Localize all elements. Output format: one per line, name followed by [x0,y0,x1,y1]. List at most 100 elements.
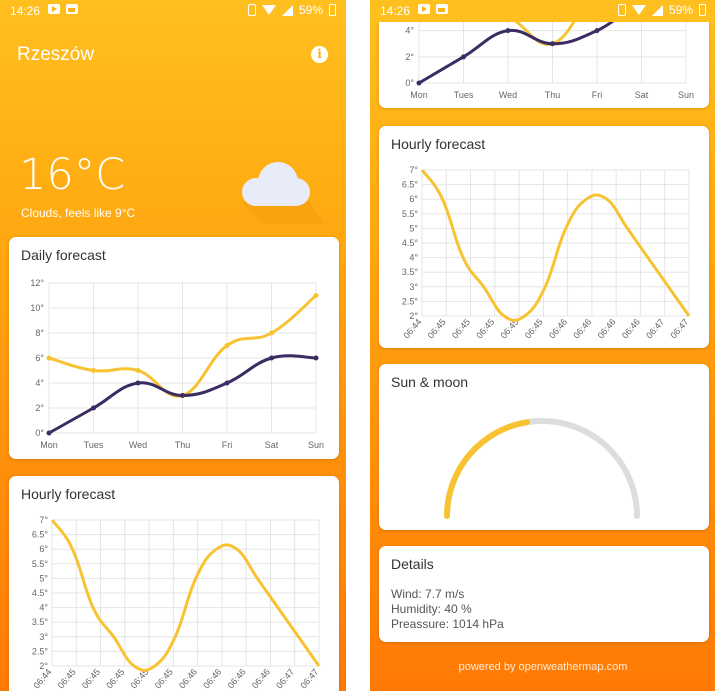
battery-icon [699,4,706,16]
data-point [416,80,422,86]
y-tick-label: 7° [409,165,418,175]
y-tick-label: 6° [409,194,418,204]
y-tick-label: 4° [35,378,44,388]
data-point [46,355,52,361]
y-tick-label: 5.5° [402,209,419,219]
daily-forecast-chart: 0° 2° 4° 6° 8° 10° 12° Mon Tues Wed Thu Fri Sat Sun [30,278,324,450]
x-tick-label: 06:44 [31,667,53,691]
signal-icon [651,4,663,16]
x-tick-label: 06:46 [571,317,593,341]
youtube-notification-icon [418,4,430,14]
x-tick-label: 06:46 [226,667,248,691]
status-time: 14:26 [380,4,411,18]
hourly-forecast-card: Hourly forecast 2° 2.5° 3° 3.5° 4° 4.5° 5° 5.5°… [9,476,339,691]
data-point [313,293,319,298]
data-point [313,355,319,361]
sun-moon-arc [444,418,640,519]
signal-icon [281,4,293,16]
youtube-notification-icon [48,4,60,14]
hourly-forecast-chart: 2°2.5°3°3.5°4°4.5°5°5.5°6°6.5°7°06:44 06:… [31,515,321,691]
weather-screen-top: 14:26 59% Rzeszów i 16°C Clouds, feels l… [0,0,346,691]
status-time: 14:26 [10,4,41,18]
y-tick-label: 4° [39,603,48,613]
x-tick-label: Sun [308,440,324,450]
y-tick-label: 4° [409,253,418,263]
data-point [91,368,96,373]
y-tick-label: 4° [405,26,414,36]
x-tick-label: 06:45 [474,317,496,341]
x-tick-label: 06:45 [104,667,126,691]
data-point [91,405,96,411]
y-tick-label: 5° [409,223,418,233]
x-tick-label: Mon [40,440,58,450]
wind-value: Wind: 7.7 m/s [391,587,465,601]
image-notification-icon [436,4,448,14]
x-tick-label: Wed [129,440,147,450]
x-tick-label: Wed [499,90,517,100]
y-tick-label: 12° [30,278,44,288]
status-bar: 14:26 59% [370,0,715,22]
y-tick-label: 7° [39,515,48,525]
battery-percent: 59% [668,3,693,17]
data-point [224,380,230,386]
x-tick-label: 06:46 [620,317,642,341]
data-point [46,430,52,436]
wifi-icon [631,5,646,15]
series-line [50,519,321,672]
data-point [135,368,141,373]
wifi-icon [261,5,276,15]
y-tick-label: 3.5° [402,267,419,277]
data-point [594,28,600,34]
image-notification-icon [66,4,78,14]
sun-moon-card: Sun & moon [379,364,709,530]
x-tick-label: Mon [410,90,428,100]
x-tick-label: 06:46 [177,667,199,691]
hourly-forecast-chart: 2°2.5°3°3.5°4°4.5°5°5.5°6°6.5°7°06:44 06:… [401,165,691,341]
vibrate-icon [247,4,256,16]
weather-description: Clouds, feels like 9°C [21,206,136,220]
y-tick-label: 2° [35,403,44,413]
x-tick-label: 06:47 [668,317,690,341]
details-card: Details Wind: 7.7 m/s Humidity: 40 % Pre… [379,546,709,642]
y-tick-label: 6.5° [32,530,49,540]
data-point [550,41,555,47]
data-point [135,380,141,386]
battery-percent: 59% [298,3,323,17]
y-tick-label: 0° [35,428,44,438]
x-tick-label: Fri [592,90,603,100]
y-tick-label: 3° [39,632,48,642]
weather-screen-scrolled: 0°2°4°6°8°10°12°MonTuesWedThuFriSatSun 1… [370,0,715,691]
city-name: Rzeszów [17,44,95,65]
data-point [224,343,230,348]
battery-icon [329,4,336,16]
info-icon[interactable]: i [311,46,328,63]
data-point [505,28,511,34]
humidity-value: Humidity: 40 % [391,602,472,616]
x-tick-label: 06:45 [450,317,472,341]
details-title: Details [391,556,434,572]
data-point [269,330,274,336]
x-tick-label: 06:46 [547,317,569,341]
powered-by-link[interactable]: powered by openweathermap.com [370,661,715,673]
series-line [420,169,691,322]
data-point [269,355,274,361]
x-tick-label: Fri [222,440,233,450]
daily-forecast-card: Daily forecast 0° 2° 4° 6° 8° 10° 12° Mon Tues We… [9,237,339,459]
current-temperature: 16°C [19,150,126,200]
x-tick-label: 06:45 [153,667,175,691]
y-tick-label: 5° [39,573,48,583]
vibrate-icon [617,4,626,16]
x-tick-label: Sat [265,440,279,450]
cloud-icon [232,154,330,234]
data-point [461,54,466,60]
x-tick-label: Sun [678,90,694,100]
x-tick-label: 06:45 [80,667,102,691]
x-tick-label: 06:46 [201,667,223,691]
x-tick-label: Thu [545,90,561,100]
hourly-forecast-card: Hourly forecast 2° 2.5° 3° 3.5° 4° 4.5° 5° 5.5°… [379,126,709,348]
x-tick-label: 06:45 [523,317,545,341]
x-tick-label: Thu [175,440,191,450]
y-tick-label: 2° [405,52,414,62]
y-tick-label: 2.5° [402,296,419,306]
sun-arc-progress [444,419,531,519]
